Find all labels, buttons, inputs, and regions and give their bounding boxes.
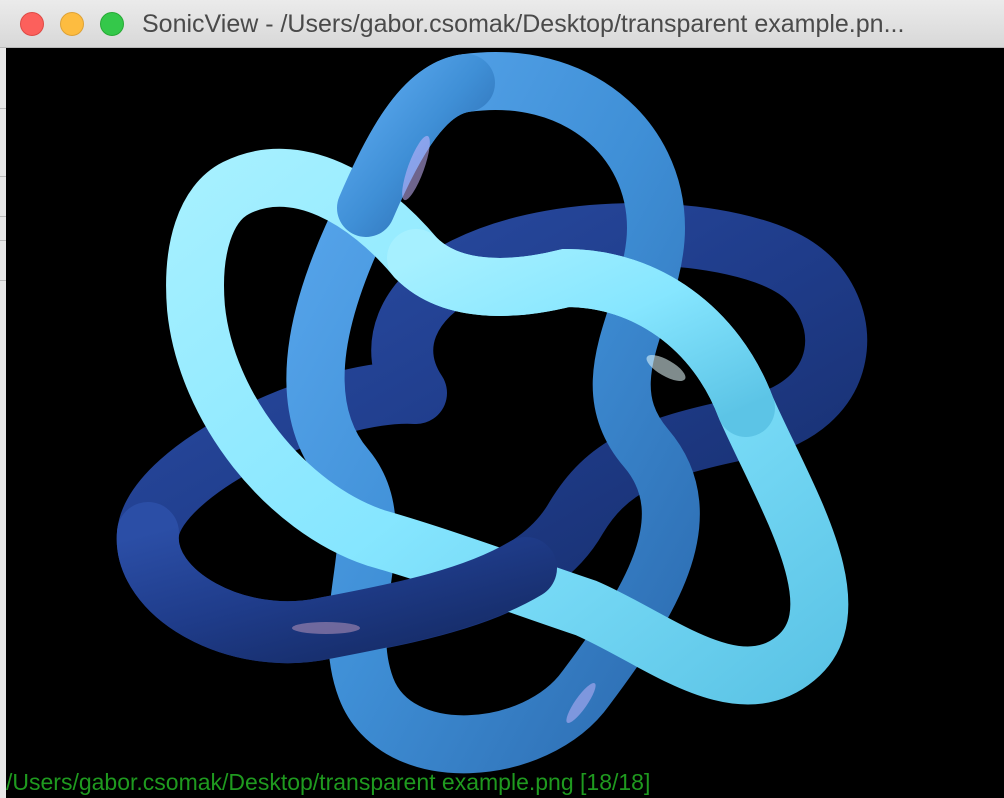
- status-file-path: /Users/gabor.csomak/Desktop/transparent …: [6, 769, 651, 795]
- knot-highlight: [292, 622, 360, 634]
- close-icon[interactable]: [20, 12, 44, 36]
- knot-crossing-light: [387, 229, 775, 437]
- torus-knot-image: [116, 52, 868, 774]
- knot-crossing-medium: [337, 54, 495, 237]
- zoom-icon[interactable]: [100, 12, 124, 36]
- image-viewport[interactable]: [6, 48, 1004, 798]
- window-title: SonicView - /Users/gabor.csomak/Desktop/…: [142, 10, 905, 38]
- title-bar[interactable]: SonicView - /Users/gabor.csomak/Desktop/…: [0, 0, 1004, 48]
- minimize-icon[interactable]: [60, 12, 84, 36]
- app-window: SonicView - /Users/gabor.csomak/Desktop/…: [0, 0, 1004, 798]
